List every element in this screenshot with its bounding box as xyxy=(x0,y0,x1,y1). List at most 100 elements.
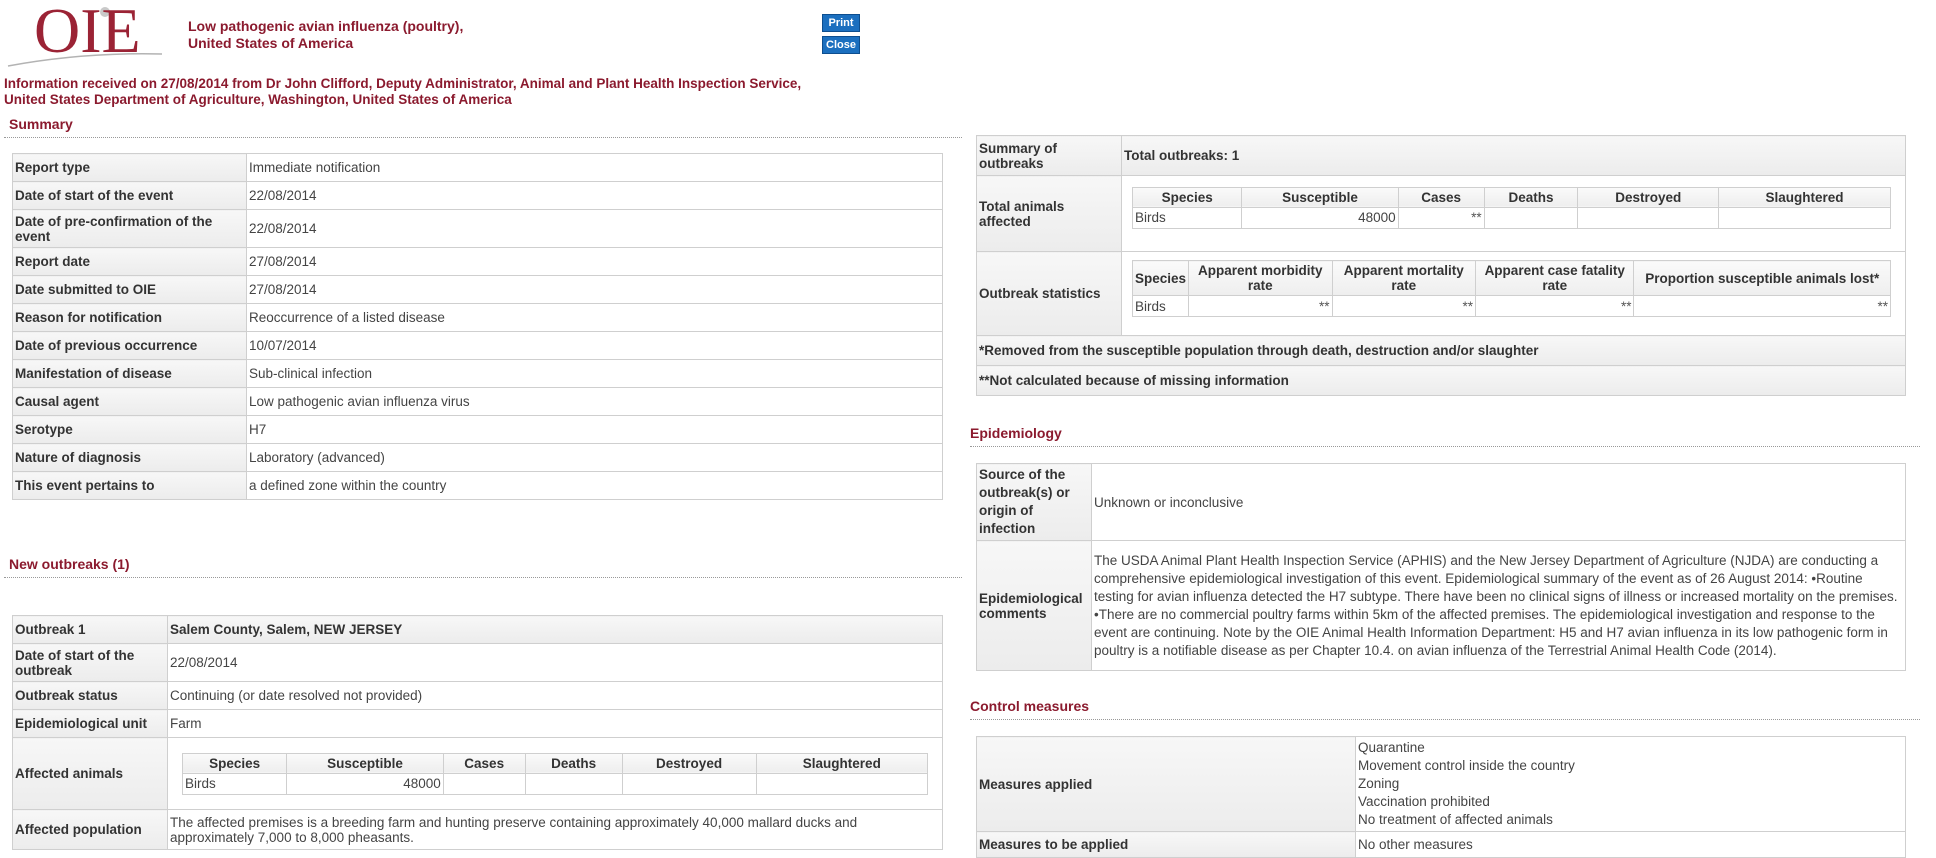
summary-title: Summary xyxy=(9,116,73,132)
affected-animals-table: Species Susceptible Cases Deaths Destroyed Sl… xyxy=(181,752,929,795)
column-header: Destroyed xyxy=(621,752,757,774)
summary-row-value: Immediate notification xyxy=(246,153,943,182)
summary-row-value: a defined zone within the country xyxy=(246,471,943,500)
table-cell: ** xyxy=(1474,295,1635,317)
epi-unit-value: Farm xyxy=(167,709,943,738)
summary-row-label: Date submitted to OIE xyxy=(12,275,247,304)
column-header: Slaughtered xyxy=(1718,186,1891,208)
outbreak-summary-table: Summary of outbreaks Total outbreaks: 1 … xyxy=(976,135,1906,396)
note-removed: *Removed from the susceptible population… xyxy=(976,335,1906,366)
column-header: Proportion susceptible animals lost* xyxy=(1633,260,1891,296)
summary-row-value: Low pathogenic avian influenza virus xyxy=(246,387,943,416)
print-button[interactable]: Print xyxy=(822,14,860,32)
summary-row: Manifestation of disease Sub-clinical inf… xyxy=(12,359,943,388)
summary-row-label: Serotype xyxy=(12,415,247,444)
logo-text: OIE xyxy=(34,0,141,66)
source-value: Unknown or inconclusive xyxy=(1091,463,1906,541)
note-not-calculated: **Not calculated because of missing info… xyxy=(976,365,1906,396)
control-measures-title: Control measures xyxy=(970,698,1090,714)
summary-rule xyxy=(4,137,962,138)
column-header: Species xyxy=(1131,186,1243,208)
summary-row: Serotype H7 xyxy=(12,415,943,444)
outbreak-status-value: Continuing (or date resolved not provide… xyxy=(167,681,943,710)
summary-row-label: Date of start of the event xyxy=(12,181,247,210)
affected-population-label: Affected population xyxy=(12,809,168,850)
table-cell: Birds xyxy=(1131,206,1243,229)
table-cell: ** xyxy=(1188,295,1333,317)
summary-row: This event pertains to a defined zone wit… xyxy=(12,471,943,500)
column-header: Slaughtered xyxy=(755,752,929,774)
summary-row: Date of pre-confirmation of the event 22/… xyxy=(12,209,943,248)
control-rule xyxy=(970,719,1920,720)
outbreak-start-label: Date of start of the outbreak xyxy=(12,643,168,682)
new-outbreaks-title: New outbreaks (1) xyxy=(9,556,130,572)
measure-item: Quarantine xyxy=(1358,740,1425,755)
outbreak-location: Salem County, Salem, NEW JERSEY xyxy=(167,615,943,644)
table-cell xyxy=(755,772,929,795)
close-button[interactable]: Close xyxy=(822,36,860,54)
affected-animals-label: Affected animals xyxy=(12,737,168,810)
measure-item: Zoning xyxy=(1358,776,1400,791)
table-cell: 48000 xyxy=(286,772,444,795)
info-line-2: United States Department of Agriculture,… xyxy=(4,92,512,107)
summary-row: Reason for notification Reoccurrence of a… xyxy=(12,303,943,332)
total-animals-table: Species Susceptible Cases Deaths Destroyed Sl… xyxy=(1131,186,1891,229)
table-cell: ** xyxy=(1397,206,1485,229)
column-header: Cases xyxy=(442,752,526,774)
measure-item: No treatment of affected animals xyxy=(1358,812,1553,827)
summary-row: Date submitted to OIE 27/08/2014 xyxy=(12,275,943,304)
source-label: Source of the outbreak(s) or origin of i… xyxy=(976,463,1092,541)
title-line-1: Low pathogenic avian influenza (poultry)… xyxy=(188,18,464,34)
outbreak-table: Outbreak 1 Salem County, Salem, NEW JERS… xyxy=(12,615,943,850)
column-header: Susceptible xyxy=(1241,186,1399,208)
summary-row-label: Report date xyxy=(12,247,247,276)
table-cell xyxy=(1718,206,1891,229)
outbreak-start-value: 22/08/2014 xyxy=(167,643,943,682)
column-header: Apparent morbidity rate xyxy=(1188,260,1333,296)
outbreak-statistics-label: Outbreak statistics xyxy=(976,251,1122,336)
table-cell xyxy=(442,772,526,795)
summary-row: Nature of diagnosis Laboratory (advanced) xyxy=(12,443,943,472)
summary-row: Date of previous occurrence 10/07/2014 xyxy=(12,331,943,360)
table-cell: ** xyxy=(1331,295,1476,317)
summary-row-label: Report type xyxy=(12,153,247,182)
table-cell: Birds xyxy=(181,772,288,795)
column-header: Destroyed xyxy=(1577,186,1720,208)
table-cell: 48000 xyxy=(1241,206,1399,229)
table-cell xyxy=(1577,206,1720,229)
total-outbreaks-value: Total outbreaks: 1 xyxy=(1121,135,1906,176)
measures-to-apply-value: No other measures xyxy=(1355,831,1906,858)
epidemiology-title: Epidemiology xyxy=(970,425,1062,441)
measures-applied-label: Measures applied xyxy=(976,736,1356,832)
page-title: Low pathogenic avian influenza (poultry)… xyxy=(188,18,463,52)
epidemiology-table: Source of the outbreak(s) or origin of i… xyxy=(976,463,1906,671)
summary-row-label: Date of pre-confirmation of the event xyxy=(12,209,247,248)
outbreaks-rule xyxy=(4,577,962,578)
summary-row: Date of start of the event 22/08/2014 xyxy=(12,181,943,210)
affected-population-value: The affected premises is a breeding farm… xyxy=(167,809,943,850)
measure-item: Movement control inside the country xyxy=(1358,758,1575,773)
summary-row-value: H7 xyxy=(246,415,943,444)
summary-row-value: 27/08/2014 xyxy=(246,247,943,276)
table-cell: Birds xyxy=(1131,295,1190,317)
measure-item: Vaccination prohibited xyxy=(1358,794,1490,809)
summary-row-label: Date of previous occurrence xyxy=(12,331,247,360)
summary-row: Report type Immediate notification xyxy=(12,153,943,182)
logo-graphic: OIE xyxy=(7,0,163,67)
summary-row-label: Manifestation of disease xyxy=(12,359,247,388)
summary-row-value: Reoccurrence of a listed disease xyxy=(246,303,943,332)
table-cell: ** xyxy=(1633,295,1891,317)
summary-of-outbreaks-label: Summary of outbreaks xyxy=(976,135,1122,176)
table-cell xyxy=(1483,206,1579,229)
title-line-2: United States of America xyxy=(188,35,354,51)
column-header: Cases xyxy=(1397,186,1485,208)
outbreak-statistics-table: Species Apparent morbidity rate Apparent m… xyxy=(1131,260,1891,317)
summary-row-value: 22/08/2014 xyxy=(246,209,943,248)
outbreak-label: Outbreak 1 xyxy=(12,615,168,644)
summary-row-value: 22/08/2014 xyxy=(246,181,943,210)
column-header: Deaths xyxy=(524,752,623,774)
summary-row: Report date 27/08/2014 xyxy=(12,247,943,276)
total-animals-affected-label: Total animals affected xyxy=(976,175,1122,252)
oie-logo: OIE xyxy=(4,0,163,68)
table-cell xyxy=(621,772,757,795)
